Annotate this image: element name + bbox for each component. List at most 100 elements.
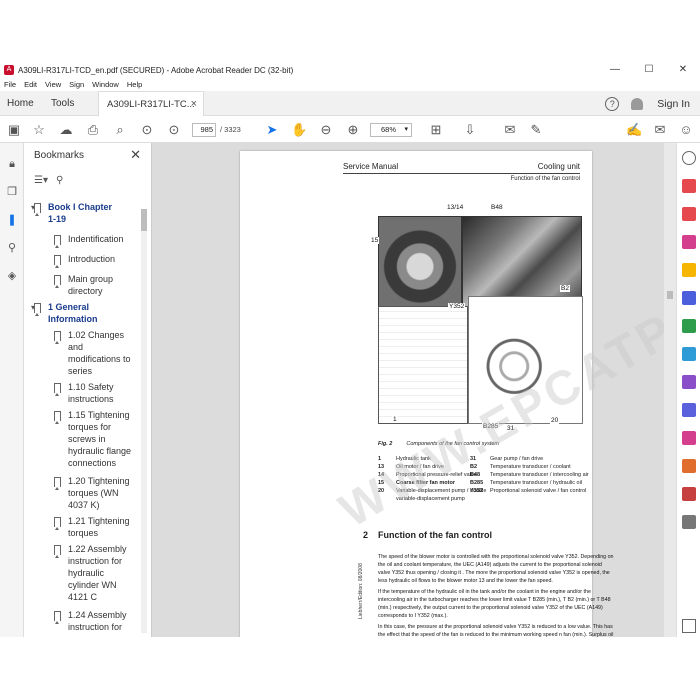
bookmark-star-icon[interactable]: ☆ [31,122,47,138]
tab-tools[interactable]: Tools [51,91,74,116]
bookmarks-scrollbar-thumb[interactable] [141,209,147,231]
protect-icon[interactable] [682,403,696,417]
collapse-rail-icon[interactable] [682,619,696,633]
close-tab-icon[interactable]: × [191,92,197,117]
save-icon[interactable]: ▣ [6,122,22,138]
legend-number: 31 [470,456,477,462]
legend-text: Temperature transducer / intercooling ai… [490,472,589,478]
find-zoom-icon[interactable]: ⌕ [112,122,128,138]
legend-row: B48 Temperature transducer / intercooling… [470,472,589,478]
bookmark-item[interactable]: 1.02 Changes and modifications to series [68,329,131,377]
redact-icon[interactable] [682,487,696,501]
menu-file[interactable]: File [4,80,16,89]
page-thumbnails-icon[interactable]: ❐ [5,185,19,199]
bookmark-item-line: 1.21 Tightening [68,516,130,526]
menu-sign[interactable]: Sign [69,80,84,89]
search-tools-icon[interactable] [682,151,696,165]
export-pdf-icon[interactable] [682,179,696,193]
previous-page-icon[interactable]: ⊙ [139,122,155,138]
select-cursor-icon[interactable]: ➤ [264,122,280,138]
comment-tool-icon[interactable] [682,263,696,277]
document-scrollbar-thumb[interactable] [667,291,673,299]
scan-ocr-icon[interactable] [682,347,696,361]
zoom-out-icon[interactable]: ⊖ [318,122,334,138]
legend-row: 14 Proportional pressure-relief valve [378,472,477,478]
sign-in-button[interactable]: Sign In [657,98,690,110]
lock-icon[interactable]: 🔒︎ [5,157,19,171]
bookmarks-scrollbar[interactable] [141,209,147,633]
attachments-icon[interactable]: ⚲ [5,241,19,255]
close-panel-icon[interactable]: ✕ [130,147,141,163]
legend-number: B2 [470,464,478,470]
main-toolbar: ▣ ☆ ☁ ⎙ ⌕ ⊙ ⊙ 985 / 3323 ➤ ✋ ⊖ ⊕ 68% ▾ ⊞… [0,117,700,143]
menu-view[interactable]: View [45,80,61,89]
bookmark-item[interactable]: 1.15 Tightening torques for screws in hydra… [68,409,131,469]
page-number-input[interactable]: 985 [192,123,216,137]
bookmark-item[interactable]: 1.22 Assembly instruction for hydraulic cyl… [68,543,127,603]
callout-31: 31 [506,425,516,432]
menu-help[interactable]: Help [127,80,142,89]
next-page-icon[interactable]: ⊙ [166,122,182,138]
print-icon[interactable]: ⎙ [85,122,101,138]
upload-cloud-icon[interactable]: ☁ [58,122,74,138]
bookmark-options-icon[interactable]: ☰▾ [34,175,56,189]
legend-row: Y352 Proportional solenoid valve / fan co… [470,488,586,494]
bookmark-item-line: 1.10 Safety [68,382,114,392]
bookmark-item[interactable]: Main group directory [68,273,113,297]
menu-window[interactable]: Window [92,80,119,89]
paragraph-line: The speed of the blower motor is control… [378,554,614,560]
callout-b2: B2 [560,285,570,292]
bookmark-item[interactable]: 1 General Information [48,301,98,325]
menu-edit[interactable]: Edit [24,80,37,89]
bookmark-item[interactable]: 1.10 Safety instructions [68,381,114,405]
legend-number: Y352 [470,488,483,494]
zoom-in-icon[interactable]: ⊕ [345,122,361,138]
tab-home[interactable]: Home [7,91,34,116]
help-icon[interactable]: ? [605,96,620,111]
scroll-mode-icon[interactable]: ⇩ [462,122,478,138]
combine-files-icon[interactable] [682,291,696,305]
edit-pdf-icon[interactable] [682,235,696,249]
notification-bell-icon[interactable] [631,97,644,110]
window-title: A309LI-R317LI-TCD_en.pdf (SECURED) - Ado… [18,65,294,75]
legend-row: 15 Coarse filter fan motor [378,480,455,486]
bookmark-item-line: torques [68,528,99,538]
bookmark-item[interactable]: 1.21 Tightening torques [68,515,130,539]
bookmark-item[interactable]: Introduction [68,253,115,265]
more-tools-icon[interactable] [682,515,696,529]
page-subheader: Function of the fan control [510,176,580,182]
create-pdf-icon[interactable] [682,207,696,221]
bookmarks-icon[interactable]: ❚ [5,213,19,227]
document-scrollbar[interactable] [664,143,676,637]
page-header-right: Cooling unit [537,162,580,171]
maximize-button[interactable]: ☐ [632,62,666,78]
close-window-button[interactable]: ✕ [666,62,700,78]
zoom-level-select[interactable]: 68% ▾ [370,123,412,137]
page-display-icon[interactable]: ⊞ [428,122,444,138]
bookmark-item-line: Information [48,314,98,324]
callout-b48: B48 [490,204,504,211]
account-icon[interactable]: ☺ [678,122,694,138]
comment-icon[interactable]: ✉ [502,122,518,138]
email-icon[interactable]: ✉ [652,122,668,138]
find-bookmark-icon[interactable]: ⚲ [56,175,78,189]
bookmark-item[interactable]: Indentification [68,233,124,245]
prepare-form-icon[interactable] [682,431,696,445]
bookmark-item[interactable]: Book I Chapter 1-19 [48,201,112,225]
bookmark-item[interactable]: 1.24 Assembly instruction for [68,609,127,633]
callout-1: 1 [392,416,398,423]
document-viewport[interactable]: Service Manual Cooling unit Function of … [152,143,676,637]
minimize-button[interactable]: — [598,62,632,78]
compress-pdf-icon[interactable] [682,459,696,473]
bookmark-item-line: 4037 K) [68,500,100,510]
section-number: 2 [363,530,369,540]
highlight-pen-icon[interactable]: ✎ [528,122,544,138]
tab-document[interactable]: A309LI-R317LI-TC... × [98,91,204,116]
fill-sign-icon[interactable] [682,375,696,389]
layers-icon[interactable]: ◈ [5,269,19,283]
callout-15: 15 [370,237,380,244]
sign-tool-icon[interactable]: ✍ [626,122,642,138]
bookmark-item[interactable]: 1.20 Tightening torques (WN 4037 K) [68,475,130,511]
organize-pages-icon[interactable] [682,319,696,333]
hand-tool-icon[interactable]: ✋ [291,122,307,138]
